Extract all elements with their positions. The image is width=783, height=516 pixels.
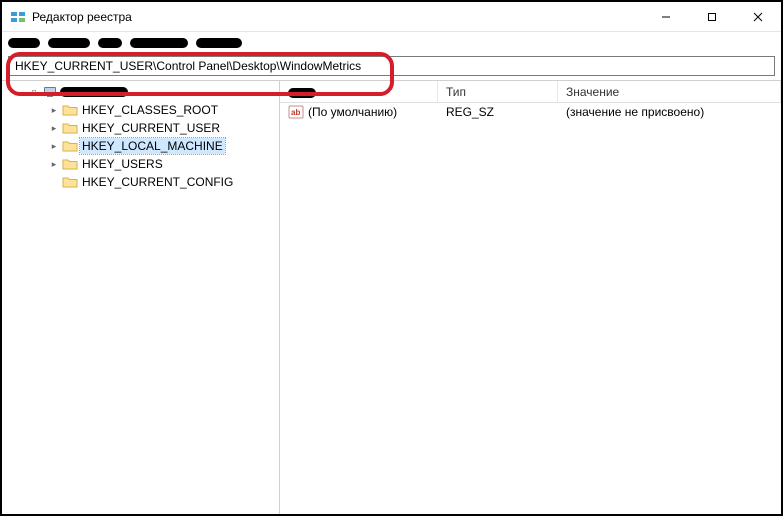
tree-item-hku[interactable]: ▸ HKEY_USERS <box>2 155 279 173</box>
tree-root-label: Компьютер <box>60 84 126 100</box>
column-header-type[interactable]: Тип <box>438 81 558 102</box>
window-title: Редактор реестра <box>32 10 132 24</box>
value-type: REG_SZ <box>446 105 494 119</box>
registry-editor-window: Редактор реестра ▿ <box>0 0 783 516</box>
address-bar[interactable] <box>8 56 775 76</box>
computer-icon <box>42 85 58 99</box>
tree-item-label: HKEY_USERS <box>80 156 165 172</box>
close-button[interactable] <box>735 2 781 32</box>
column-header-value[interactable]: Значение <box>558 81 781 102</box>
tree-item-label: HKEY_LOCAL_MACHINE <box>80 138 225 154</box>
column-header-name[interactable]: Имя <box>280 81 438 102</box>
string-value-icon: ab <box>288 104 304 120</box>
tree-item-hkcu[interactable]: ▸ HKEY_CURRENT_USER <box>2 119 279 137</box>
expand-icon[interactable]: ▸ <box>48 158 60 170</box>
obscured-menu-items <box>8 34 278 52</box>
tree-item-label: HKEY_CLASSES_ROOT <box>80 102 220 118</box>
menu-bar[interactable] <box>2 32 781 54</box>
svg-text:ab: ab <box>291 108 300 117</box>
expand-icon[interactable]: ▸ <box>48 122 60 134</box>
tree-item-label: HKEY_CURRENT_USER <box>80 120 222 136</box>
main-split: ▿ Компьютер ▸ HKEY_CLASSES_ROOT <box>2 80 781 514</box>
regedit-icon <box>10 9 26 25</box>
tree-item-label: HKEY_CURRENT_CONFIG <box>80 174 235 190</box>
tree-panel[interactable]: ▿ Компьютер ▸ HKEY_CLASSES_ROOT <box>2 81 280 514</box>
list-body[interactable]: ab (По умолчанию) REG_SZ (значение не пр… <box>280 103 781 514</box>
maximize-button[interactable] <box>689 2 735 32</box>
titlebar: Редактор реестра <box>2 2 781 32</box>
folder-icon <box>62 157 78 171</box>
list-row[interactable]: ab (По умолчанию) REG_SZ (значение не пр… <box>280 103 781 121</box>
tree-item-hkcc[interactable]: HKEY_CURRENT_CONFIG <box>2 173 279 191</box>
address-bar-container <box>2 54 781 80</box>
value-list-panel: Имя Тип Значение ab <box>280 81 781 514</box>
value-data: (значение не присвоено) <box>566 105 704 119</box>
folder-icon <box>62 139 78 153</box>
collapse-icon[interactable]: ▿ <box>28 86 40 98</box>
value-name: (По умолчанию) <box>308 105 397 119</box>
folder-icon <box>62 121 78 135</box>
tree-item-hkcr[interactable]: ▸ HKEY_CLASSES_ROOT <box>2 101 279 119</box>
folder-icon <box>62 175 78 189</box>
folder-icon <box>62 103 78 117</box>
expand-icon[interactable]: ▸ <box>48 140 60 152</box>
tree-item-hklm[interactable]: ▸ HKEY_LOCAL_MACHINE <box>2 137 279 155</box>
tree-root-computer[interactable]: ▿ Компьютер <box>2 83 279 101</box>
list-header[interactable]: Имя Тип Значение <box>280 81 781 103</box>
expand-icon[interactable]: ▸ <box>48 104 60 116</box>
minimize-button[interactable] <box>643 2 689 32</box>
